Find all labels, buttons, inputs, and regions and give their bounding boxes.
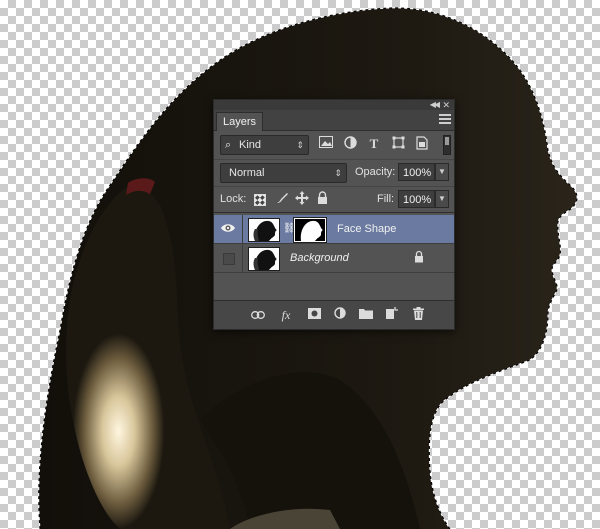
smart-object-filter-icon[interactable] <box>414 136 430 152</box>
close-panel-icon[interactable]: ✕ <box>442 100 450 110</box>
trash-icon[interactable] <box>410 307 426 323</box>
layer-thumbnail[interactable] <box>248 218 280 242</box>
add-mask-icon[interactable] <box>306 307 322 323</box>
filter-toggle[interactable] <box>443 135 451 155</box>
layers-panel: ◀◀ ✕ Layers ⌕ Kind ⇕ T Normal ⇕ Opacity:… <box>213 99 455 330</box>
lock-transparent-pixels-icon[interactable] <box>254 194 266 206</box>
fill-field[interactable]: 100% <box>398 190 435 208</box>
type-filter-icon[interactable]: T <box>366 136 382 152</box>
fill-label: Fill: <box>377 193 395 205</box>
layers-bottom-bar: fx <box>214 300 454 329</box>
layer-name[interactable]: Background <box>290 252 349 264</box>
blend-row: Normal ⇕ Opacity: 100% ▼ <box>214 159 454 184</box>
layers-list: ⛓ Face Shape Background <box>214 212 454 301</box>
fx-icon[interactable]: fx <box>278 307 294 323</box>
chevron-updown-icon: ⇕ <box>296 140 304 150</box>
new-layer-icon[interactable] <box>384 307 400 323</box>
filter-kind-select[interactable]: ⌕ Kind ⇕ <box>220 135 309 155</box>
adjustment-layer-icon[interactable] <box>332 307 348 323</box>
adjustment-filter-icon[interactable] <box>342 136 358 152</box>
layer-mask-thumbnail[interactable] <box>293 217 327 243</box>
chevron-updown-icon: ⇕ <box>334 168 342 178</box>
search-icon: ⌕ <box>225 139 232 151</box>
filter-kind-label: Kind <box>239 139 262 151</box>
lock-position-icon[interactable] <box>294 191 310 207</box>
layer-name[interactable]: Face Shape <box>337 223 396 235</box>
lock-label: Lock: <box>220 193 247 205</box>
lock-all-icon[interactable] <box>314 191 330 207</box>
image-filter-icon[interactable] <box>318 136 334 152</box>
panel-tab-bar: Layers <box>214 110 454 131</box>
blend-mode-select[interactable]: Normal ⇕ <box>220 163 347 183</box>
visibility-toggle[interactable] <box>214 244 243 272</box>
panel-title-bar[interactable]: ◀◀ ✕ <box>214 100 454 110</box>
collapse-panel-icon[interactable]: ◀◀ <box>430 100 440 110</box>
layer-filter-row: ⌕ Kind ⇕ T <box>214 133 454 157</box>
visibility-toggle[interactable] <box>214 215 243 243</box>
panel-menu-icon[interactable] <box>439 114 451 124</box>
link-layers-icon[interactable] <box>250 307 266 323</box>
new-group-icon[interactable] <box>358 307 374 323</box>
tab-layers[interactable]: Layers <box>216 112 264 131</box>
shape-filter-icon[interactable] <box>390 136 406 152</box>
lock-icon <box>415 250 423 263</box>
blend-mode-value: Normal <box>229 167 265 179</box>
layer-row-face-shape[interactable]: ⛓ Face Shape <box>214 215 454 244</box>
hidden-visibility-box <box>223 253 235 265</box>
opacity-field[interactable]: 100% <box>398 163 435 181</box>
fill-dropdown[interactable]: ▼ <box>435 190 449 208</box>
opacity-dropdown[interactable]: ▼ <box>435 163 449 181</box>
eye-icon <box>221 224 235 232</box>
lock-row: Lock: Fill: 100% ▼ <box>214 186 454 211</box>
layer-row-background[interactable]: Background <box>214 244 454 273</box>
layer-thumbnail[interactable] <box>248 247 280 271</box>
lock-image-pixels-icon[interactable] <box>274 191 290 207</box>
opacity-label: Opacity: <box>355 166 396 178</box>
